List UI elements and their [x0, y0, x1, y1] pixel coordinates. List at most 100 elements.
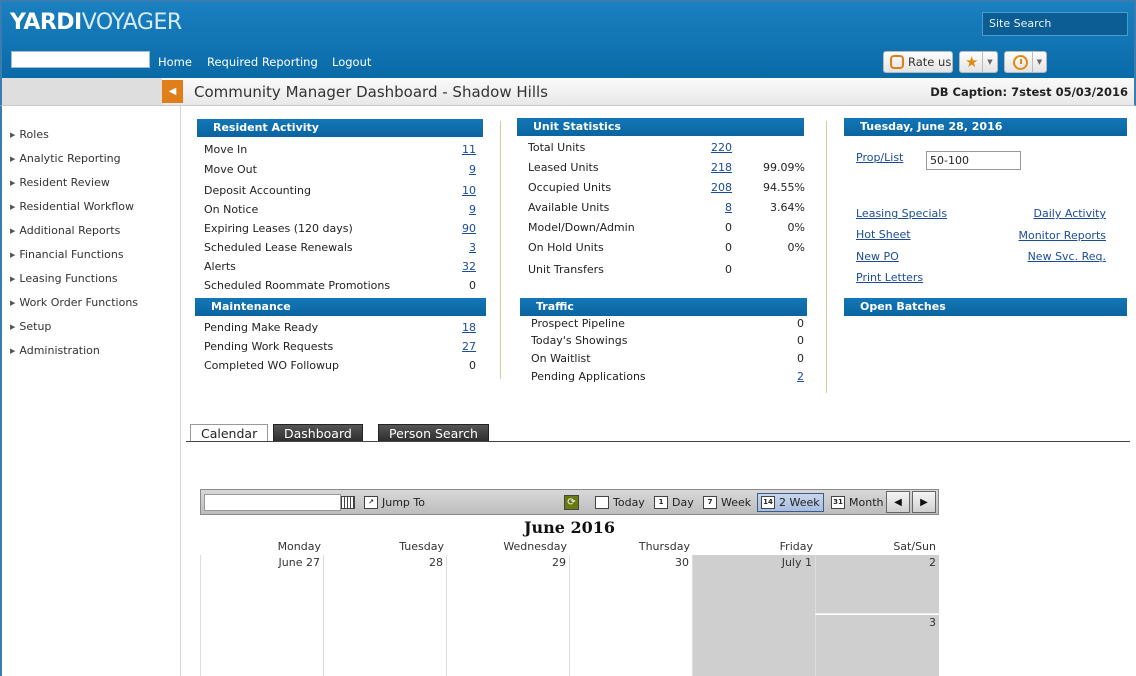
link-move-in[interactable]: 11	[458, 143, 476, 156]
day-number: 2	[929, 556, 936, 569]
sidebar-item-label: Roles	[19, 128, 49, 141]
yardi-voyager-logo[interactable]: YARDIVOYAGER	[10, 10, 182, 35]
day-cell[interactable]: 3	[815, 615, 939, 676]
date-picker-button[interactable]	[341, 493, 355, 512]
rate-icon	[890, 55, 904, 69]
link-print-letters[interactable]: Print Letters	[856, 271, 923, 284]
row-label-unit-transfers: Unit Transfers	[528, 263, 604, 276]
chevron-right-icon: ▶	[10, 251, 16, 259]
link-scheduled-lease-renewals[interactable]: 3	[458, 241, 476, 254]
favorites-button[interactable]: ★ ▼	[959, 51, 998, 73]
view-week-label: Week	[721, 496, 752, 509]
sidebar-item-roles[interactable]: ▶ Roles	[10, 128, 49, 141]
link-pending-work-requests[interactable]: 27	[458, 340, 476, 353]
link-total-units[interactable]: 220	[700, 141, 732, 154]
day-cell[interactable]: June 27	[200, 555, 323, 676]
row-label-on-hold-units: On Hold Units	[528, 241, 604, 254]
nav-home[interactable]: Home	[158, 55, 192, 69]
next-button[interactable]: ▶	[912, 491, 936, 513]
row-label-pending-work-requests: Pending Work Requests	[204, 340, 334, 353]
value-prospect-pipeline: 0	[797, 317, 804, 330]
sidebar-item-label: Work Order Functions	[19, 296, 139, 309]
recent-history-button[interactable]: ▼	[1004, 51, 1047, 73]
prev-button[interactable]: ◀	[886, 491, 910, 513]
refresh-icon: ⟳	[564, 495, 579, 510]
jump-to-label: Jump To	[382, 496, 425, 509]
chevron-left-icon: ◀	[168, 86, 177, 97]
rate-us-button[interactable]: Rate us	[883, 51, 953, 73]
sidebar-item-resident-review[interactable]: ▶ Resident Review	[10, 176, 110, 189]
sidebar-item-residential-workflow[interactable]: ▶ Residential Workflow	[10, 200, 134, 213]
tab-divider	[186, 441, 1130, 442]
sidebar-item-label: Leasing Functions	[19, 272, 118, 285]
tab-calendar[interactable]: Calendar	[190, 424, 269, 442]
jump-to-button[interactable]: ↗ Jump To	[361, 493, 428, 512]
day-cell[interactable]: 30	[569, 555, 692, 676]
resident-activity-header: Resident Activity	[197, 119, 483, 137]
day-header: Monday	[277, 540, 321, 553]
value-roommate-promotions: 0	[469, 279, 476, 292]
row-label-model-down-admin: Model/Down/Admin	[528, 221, 635, 234]
row-label-move-out: Move Out	[204, 163, 257, 176]
prop-list-input[interactable]: 50-100	[926, 151, 1021, 170]
view-week-button[interactable]: 7 Week	[700, 493, 754, 512]
row-label-scheduled-lease-renewals: Scheduled Lease Renewals	[204, 241, 353, 254]
link-hot-sheet[interactable]: Hot Sheet	[856, 228, 911, 241]
unit-statistics-header: Unit Statistics	[517, 118, 804, 136]
tab-dashboard[interactable]: Dashboard	[273, 424, 363, 442]
nav-required-reporting[interactable]: Required Reporting	[207, 55, 318, 69]
link-occupied-units[interactable]: 208	[700, 181, 732, 194]
day-number: 29	[552, 556, 566, 569]
link-deposit-accounting[interactable]: 10	[458, 184, 476, 197]
chevron-right-icon: ▶	[10, 347, 16, 355]
collapse-sidebar-button[interactable]: ◀	[162, 80, 183, 103]
day-cell[interactable]: 29	[446, 555, 569, 676]
link-pending-applications[interactable]: 2	[780, 370, 804, 383]
site-search-input[interactable]: Site Search	[982, 12, 1128, 36]
chevron-right-icon: ▶	[920, 496, 928, 508]
refresh-button[interactable]: ⟳	[561, 493, 582, 512]
nav-logout[interactable]: Logout	[332, 55, 371, 69]
link-new-po[interactable]: New PO	[856, 250, 899, 263]
jump-date-input[interactable]	[204, 494, 341, 511]
link-new-svc-req[interactable]: New Svc. Req.	[990, 250, 1106, 263]
view-day-label: Day	[672, 496, 694, 509]
sidebar-item-administration[interactable]: ▶ Administration	[10, 344, 100, 357]
sidebar-item-setup[interactable]: ▶ Setup	[10, 320, 51, 333]
sidebar-item-work-order-functions[interactable]: ▶ Work Order Functions	[10, 296, 138, 309]
logo-bold-text: YARDI	[10, 10, 82, 35]
value-completed-wo-followup: 0	[469, 359, 476, 372]
link-move-out[interactable]: 9	[458, 163, 476, 176]
view-month-button[interactable]: 31 Month	[828, 493, 886, 512]
tab-person-search[interactable]: Person Search	[378, 424, 489, 442]
link-leasing-specials[interactable]: Leasing Specials	[856, 207, 947, 220]
sidebar-item-leasing-functions[interactable]: ▶ Leasing Functions	[10, 272, 118, 285]
sidebar-item-analytic-reporting[interactable]: ▶ Analytic Reporting	[10, 152, 121, 165]
link-leased-units[interactable]: 218	[700, 161, 732, 174]
chevron-down-icon[interactable]: ▼	[982, 52, 996, 72]
sidebar-item-financial-functions[interactable]: ▶ Financial Functions	[10, 248, 124, 261]
link-available-units[interactable]: 8	[700, 201, 732, 214]
link-pending-make-ready[interactable]: 18	[458, 321, 476, 334]
chevron-down-icon[interactable]: ▼	[1032, 52, 1046, 72]
view-today-button[interactable]: Today	[592, 493, 648, 512]
calendar-icon: 14	[761, 496, 775, 509]
link-on-notice[interactable]: 9	[458, 203, 476, 216]
prop-list-link[interactable]: Prop/List	[856, 151, 903, 164]
sidebar-item-additional-reports[interactable]: ▶ Additional Reports	[10, 224, 120, 237]
day-cell[interactable]: 2	[815, 555, 939, 614]
link-alerts[interactable]: 32	[458, 260, 476, 273]
day-cell[interactable]: 28	[323, 555, 446, 676]
day-number: 3	[929, 616, 936, 629]
day-cell[interactable]: July 1	[692, 555, 815, 676]
link-daily-activity[interactable]: Daily Activity	[990, 207, 1106, 220]
view-2week-button[interactable]: 14 2 Week	[757, 493, 824, 512]
chevron-left-icon: ◀	[894, 496, 902, 508]
title-bar: ◀ Community Manager Dashboard - Shadow H…	[0, 78, 1136, 106]
sidebar-item-label: Analytic Reporting	[19, 152, 121, 165]
top-search-input[interactable]	[11, 51, 150, 68]
view-day-button[interactable]: 1 Day	[651, 493, 697, 512]
day-header: Sat/Sun	[893, 540, 936, 553]
link-monitor-reports[interactable]: Monitor Reports	[990, 229, 1106, 242]
link-expiring-leases[interactable]: 90	[458, 222, 476, 235]
